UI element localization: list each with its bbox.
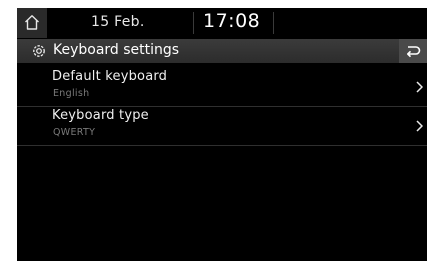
chevron-right-icon bbox=[416, 120, 423, 132]
back-button[interactable] bbox=[399, 39, 427, 63]
screen: 15 Feb. 17:08 Keyboard settings Default … bbox=[17, 8, 427, 261]
setting-label: Default keyboard bbox=[52, 69, 168, 84]
status-separator bbox=[273, 12, 274, 34]
setting-value: English bbox=[53, 88, 90, 99]
setting-row-keyboard-type[interactable]: Keyboard type QWERTY bbox=[17, 108, 427, 146]
back-arrow-icon bbox=[407, 46, 421, 58]
page-title: Keyboard settings bbox=[53, 42, 180, 58]
status-separator bbox=[193, 12, 194, 34]
setting-label: Keyboard type bbox=[52, 108, 149, 123]
status-time: 17:08 bbox=[203, 10, 261, 32]
home-icon bbox=[25, 15, 39, 30]
status-bar: 15 Feb. 17:08 bbox=[17, 8, 427, 38]
setting-value: QWERTY bbox=[53, 127, 96, 138]
setting-row-default-keyboard[interactable]: Default keyboard English bbox=[17, 69, 427, 107]
title-bar: Keyboard settings bbox=[17, 39, 427, 63]
status-date: 15 Feb. bbox=[91, 14, 145, 30]
home-button[interactable] bbox=[17, 8, 47, 38]
gear-icon bbox=[33, 45, 45, 57]
chevron-right-icon bbox=[416, 81, 423, 93]
